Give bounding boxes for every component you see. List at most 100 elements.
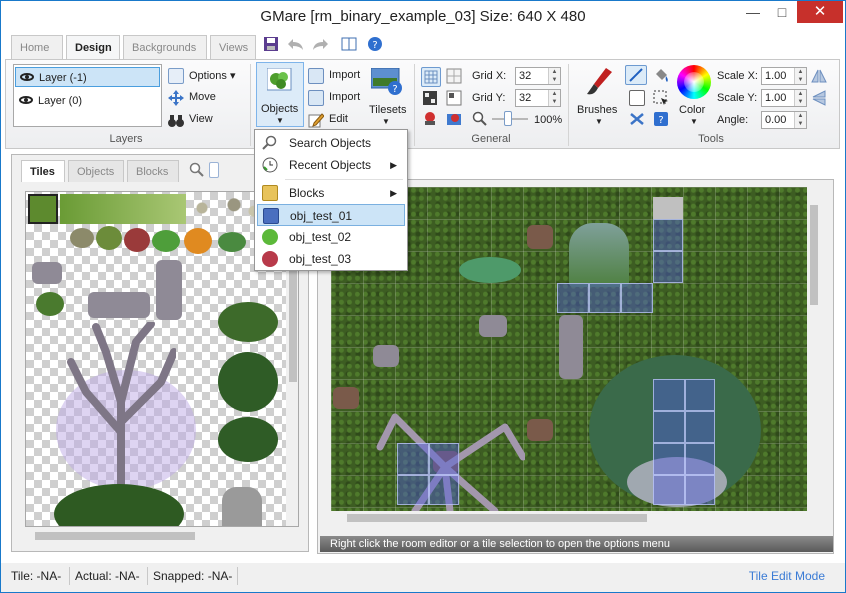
color-button[interactable]: Color [679, 104, 705, 116]
tab-tiles[interactable]: Tiles [21, 160, 65, 182]
help-icon[interactable]: ? [653, 111, 669, 127]
bush-tile [96, 226, 122, 250]
zoom-slider[interactable] [492, 111, 528, 126]
menu-item-blocks[interactable]: Blocks ▶ [257, 182, 405, 204]
menu-item-recent-objects[interactable]: Recent Objects ▶ [257, 154, 405, 176]
tiles-zoom-handle[interactable] [209, 162, 219, 178]
placed-tile[interactable] [621, 283, 653, 313]
menu-item-search-objects[interactable]: Search Objects [257, 132, 405, 154]
placed-tile[interactable] [397, 443, 429, 475]
status-actual: Actual: -NA- [75, 569, 140, 583]
import-tiles-button[interactable]: Import [329, 91, 360, 103]
placed-tile[interactable] [429, 443, 459, 475]
edit-mode-indicator[interactable]: Tile Edit Mode [749, 569, 825, 583]
rock-tile [70, 228, 94, 248]
object-grid-icon[interactable] [446, 90, 462, 106]
eye-icon[interactable] [20, 73, 34, 81]
minimize-button[interactable]: — [738, 1, 768, 23]
spin-arrows-icon[interactable]: ▲ ▼ [794, 90, 806, 106]
import-objects-button[interactable]: Import [329, 69, 360, 81]
submenu-arrow-icon: ▶ [390, 188, 397, 198]
placed-tile[interactable] [429, 475, 459, 505]
zoom-slider-handle[interactable] [504, 111, 512, 126]
import-icon [308, 68, 324, 84]
tiles-horizontal-scrollbar[interactable] [25, 529, 299, 543]
shuffle-icon[interactable] [629, 111, 645, 127]
tab-home[interactable]: Home [11, 35, 63, 59]
tab-blocks[interactable]: Blocks [127, 160, 179, 182]
tab-design[interactable]: Design [66, 35, 120, 60]
undo-icon[interactable] [287, 36, 305, 54]
grid-x-input[interactable]: 32 ▲ ▼ [515, 67, 561, 85]
tilesets-button[interactable]: Tilesets [369, 104, 407, 116]
placed-tile[interactable] [685, 475, 715, 505]
tilesets-icon: ? [370, 67, 403, 96]
save-icon[interactable] [263, 36, 281, 54]
redo-icon[interactable] [311, 36, 329, 54]
close-button[interactable]: ✕ [797, 1, 843, 23]
menu-item-obj-test-01[interactable]: obj_test_01 [257, 204, 405, 226]
menu-item-obj-test-02[interactable]: obj_test_02 [257, 226, 405, 248]
scale-x-input[interactable]: 1.00 ▲ ▼ [761, 67, 807, 85]
group-label-tools: Tools [698, 133, 724, 145]
eye-icon[interactable] [19, 96, 33, 104]
room-horizontal-scrollbar[interactable] [331, 511, 807, 525]
placed-tile[interactable] [557, 283, 589, 313]
tab-views[interactable]: Views [210, 35, 256, 59]
brushes-button[interactable]: Brushes [577, 104, 617, 116]
scrollbar-thumb[interactable] [810, 205, 818, 305]
book-icon[interactable] [341, 36, 359, 54]
fill-icon[interactable] [653, 67, 669, 83]
move-button[interactable]: Move [189, 91, 216, 103]
objects-button[interactable]: Objects ▼ [256, 62, 304, 127]
placed-tile[interactable] [685, 443, 715, 475]
placed-tile[interactable] [653, 475, 685, 505]
layer-item[interactable]: Layer (0) [15, 91, 160, 111]
room-vertical-scrollbar[interactable] [807, 187, 821, 511]
placed-tile[interactable] [589, 283, 621, 313]
select-icon[interactable] [653, 90, 669, 106]
tree-tile [218, 352, 278, 412]
scrollbar-thumb[interactable] [35, 532, 195, 540]
placed-tile[interactable] [653, 443, 685, 475]
spin-arrows-icon[interactable]: ▲ ▼ [794, 68, 806, 84]
placed-tile[interactable] [685, 411, 715, 443]
rectangle-icon[interactable] [629, 90, 645, 106]
placed-tile[interactable] [653, 219, 683, 251]
spin-arrows-icon[interactable]: ▲ ▼ [794, 112, 806, 128]
flip-vertical-icon[interactable] [811, 90, 827, 106]
show-objects-icon[interactable] [422, 110, 438, 126]
angle-input[interactable]: 0.00 ▲ ▼ [761, 111, 807, 129]
selected-tile[interactable] [28, 194, 58, 224]
stump-tile [527, 419, 553, 441]
scale-y-input[interactable]: 1.00 ▲ ▼ [761, 89, 807, 107]
grid-snap-icon[interactable] [446, 68, 462, 84]
maximize-button[interactable]: □ [767, 1, 797, 23]
tile-grid-icon[interactable] [422, 90, 438, 106]
help-icon[interactable]: ? [367, 36, 385, 54]
stone-tile [653, 197, 683, 219]
flip-horizontal-icon[interactable] [811, 68, 827, 84]
placed-tile[interactable] [653, 379, 685, 411]
edit-button[interactable]: Edit [329, 113, 348, 125]
options-button[interactable]: Options ▾ [189, 69, 236, 82]
tab-objects[interactable]: Objects [68, 160, 124, 182]
grid-icon[interactable] [421, 67, 441, 87]
layers-list[interactable]: Layer (-1) Layer (0) [13, 64, 162, 127]
placed-tile[interactable] [685, 379, 715, 411]
placed-tile[interactable] [653, 411, 685, 443]
show-tiles-icon[interactable] [446, 110, 462, 126]
grid-y-input[interactable]: 32 ▲ ▼ [515, 89, 561, 107]
svg-text:?: ? [392, 84, 397, 95]
pencil-icon[interactable] [625, 65, 647, 85]
view-button[interactable]: View [189, 113, 213, 125]
layer-item[interactable]: Layer (-1) [15, 67, 160, 87]
scrollbar-thumb[interactable] [347, 514, 647, 522]
spin-arrows-icon[interactable]: ▲ ▼ [548, 68, 560, 84]
placed-tile[interactable] [653, 251, 683, 283]
spin-arrows-icon[interactable]: ▲ ▼ [548, 90, 560, 106]
tab-backgrounds[interactable]: Backgrounds [123, 35, 207, 59]
menu-item-obj-test-03[interactable]: obj_test_03 [257, 248, 405, 270]
placed-tile[interactable] [397, 475, 429, 505]
ribbon-panel: Layer (-1) Layer (0) Options ▾ Move View… [5, 59, 840, 149]
